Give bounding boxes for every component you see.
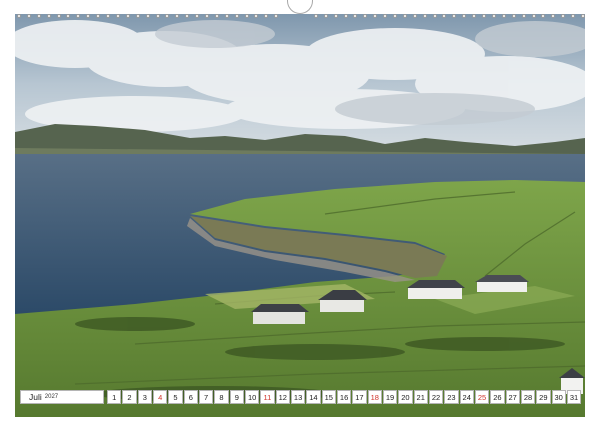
day-cell: 23 bbox=[444, 390, 459, 404]
binding-ring-icon bbox=[343, 14, 348, 18]
binding-ring-icon bbox=[581, 14, 585, 18]
binding-ring-icon bbox=[412, 14, 417, 18]
day-cell: 13 bbox=[290, 390, 306, 404]
binding-ring-icon bbox=[541, 14, 546, 18]
binding-ring-icon bbox=[561, 14, 566, 18]
binding-ring-icon bbox=[383, 14, 388, 18]
calendar-page: Juli 2027 1 2 3 4 5 6 7 8 9 10 11 12 13 14 15 16 17 18 19 2… bbox=[0, 0, 600, 432]
binding-ring-icon bbox=[422, 14, 427, 18]
day-cell: 10 bbox=[244, 390, 260, 404]
day-cells: 1 2 3 4 5 6 7 8 9 10 11 12 13 14 15 16 17 18 19 20 21 22 23 24 2… bbox=[106, 390, 582, 404]
binding-ring-icon bbox=[521, 14, 526, 18]
day-cell: 5 bbox=[168, 390, 183, 404]
binding-ring-icon bbox=[333, 14, 338, 18]
binding-ring-icon bbox=[205, 14, 209, 18]
day-cell: 3 bbox=[137, 390, 152, 404]
day-cell: 27 bbox=[505, 390, 520, 404]
day-cell: 4 bbox=[152, 390, 168, 404]
day-cell: 1 bbox=[107, 390, 122, 404]
day-cell: 24 bbox=[459, 390, 474, 404]
binding-ring-icon bbox=[571, 14, 576, 18]
binding-ring-icon bbox=[462, 14, 467, 18]
month-name: Juli bbox=[29, 392, 42, 402]
month-calendar-strip: Juli 2027 1 2 3 4 5 6 7 8 9 10 11 12 13 14 15 16 17 18 19 2… bbox=[20, 390, 582, 404]
binding-ring-icon bbox=[115, 14, 120, 18]
binding-ring-icon bbox=[145, 14, 150, 18]
binding-ring-icon bbox=[66, 14, 71, 18]
day-cell: 26 bbox=[490, 390, 505, 404]
day-cell: 19 bbox=[382, 390, 398, 404]
binding-ring-icon bbox=[76, 14, 81, 18]
binding-ring-icon bbox=[155, 14, 160, 18]
day-cell: 12 bbox=[275, 390, 290, 404]
binding-ring-icon bbox=[264, 14, 269, 18]
binding-ring-icon bbox=[393, 14, 397, 18]
day-cell: 15 bbox=[321, 390, 336, 404]
binding-ring-icon bbox=[432, 14, 437, 18]
day-cell: 22 bbox=[428, 390, 444, 404]
year-label: 2027 bbox=[44, 394, 59, 400]
binding-ring-icon bbox=[17, 14, 21, 18]
coastal-landscape-image bbox=[15, 14, 585, 417]
binding-ring-icon bbox=[531, 14, 536, 18]
day-cell: 7 bbox=[198, 390, 214, 404]
binding-ring-icon bbox=[482, 14, 487, 18]
day-cell: 6 bbox=[183, 390, 198, 404]
binding-ring-icon bbox=[491, 14, 496, 18]
day-cell: 18 bbox=[367, 390, 382, 404]
binding-ring-icon bbox=[165, 14, 170, 18]
binding-ring-icon bbox=[234, 14, 239, 18]
binding-ring-icon bbox=[353, 14, 358, 18]
day-cell: 9 bbox=[229, 390, 244, 404]
landscape-photo bbox=[15, 14, 585, 417]
binding-ring-icon bbox=[56, 14, 61, 18]
day-cell: 14 bbox=[306, 390, 321, 404]
binding-ring-icon bbox=[501, 14, 506, 18]
binding-ring-icon bbox=[125, 14, 130, 18]
binding-ring-icon bbox=[244, 14, 249, 18]
binding-ring-icon bbox=[452, 14, 457, 18]
binding-ring-icon bbox=[442, 14, 447, 18]
binding-ring-icon bbox=[274, 14, 279, 18]
binding-ring-icon bbox=[175, 14, 180, 18]
month-label: Juli 2027 bbox=[20, 390, 104, 404]
binding-ring-icon bbox=[472, 14, 477, 18]
day-cell: 30 bbox=[551, 390, 566, 404]
binding-ring-icon bbox=[224, 14, 229, 18]
binding-ring-icon bbox=[195, 14, 200, 18]
day-cell: 25 bbox=[474, 390, 490, 404]
day-cell: 17 bbox=[352, 390, 367, 404]
day-cell: 28 bbox=[520, 390, 536, 404]
binding-ring-icon bbox=[185, 14, 190, 18]
day-cell: 21 bbox=[413, 390, 428, 404]
binding-ring-icon bbox=[551, 14, 556, 18]
binding-ring-icon bbox=[214, 14, 219, 18]
day-cell: 16 bbox=[336, 390, 352, 404]
binding-ring-icon bbox=[46, 14, 51, 18]
day-cell: 2 bbox=[122, 390, 137, 404]
day-cell: 29 bbox=[536, 390, 551, 404]
binding-ring-icon bbox=[106, 14, 111, 18]
binding-ring-icon bbox=[373, 14, 378, 18]
binding-ring-icon bbox=[86, 14, 91, 18]
day-cell: 31 bbox=[566, 390, 582, 404]
binding-ring-icon bbox=[96, 14, 101, 18]
binding-ring-icon bbox=[323, 14, 328, 18]
binding-ring-icon bbox=[254, 14, 259, 18]
binding-ring-icon bbox=[26, 14, 31, 18]
day-cell: 11 bbox=[260, 390, 275, 404]
binding-ring-icon bbox=[313, 14, 318, 18]
day-cell: 8 bbox=[214, 390, 229, 404]
binding-ring-icon bbox=[402, 14, 407, 18]
binding-ring-icon bbox=[363, 14, 368, 18]
binding-ring-icon bbox=[135, 14, 140, 18]
binding-ring-icon bbox=[511, 14, 516, 18]
day-cell: 20 bbox=[398, 390, 413, 404]
binding-ring-icon bbox=[36, 14, 41, 18]
